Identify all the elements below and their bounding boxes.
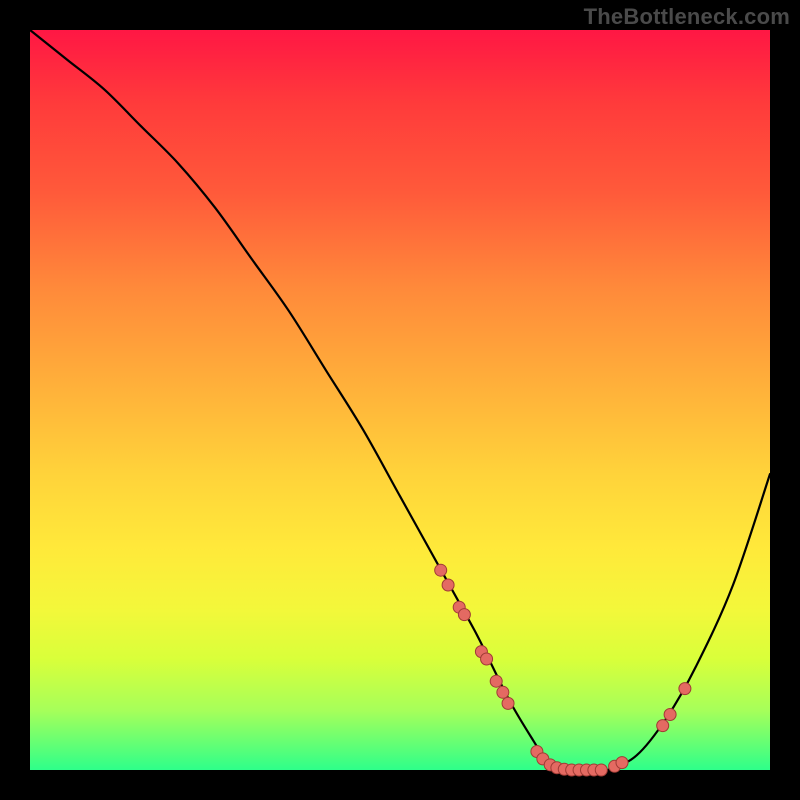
data-marker — [442, 579, 454, 591]
data-marker — [435, 564, 447, 576]
data-marker — [490, 675, 502, 687]
data-marker — [458, 609, 470, 621]
plot-area — [30, 30, 770, 770]
data-marker — [481, 653, 493, 665]
curve-svg — [30, 30, 770, 770]
chart-frame: TheBottleneck.com — [0, 0, 800, 800]
bottleneck-curve — [30, 30, 770, 771]
data-markers — [435, 564, 691, 776]
data-marker — [502, 697, 514, 709]
data-marker — [679, 683, 691, 695]
data-marker — [657, 720, 669, 732]
data-marker — [497, 686, 509, 698]
data-marker — [664, 709, 676, 721]
watermark-text: TheBottleneck.com — [584, 4, 790, 30]
data-marker — [595, 764, 607, 776]
data-marker — [616, 757, 628, 769]
